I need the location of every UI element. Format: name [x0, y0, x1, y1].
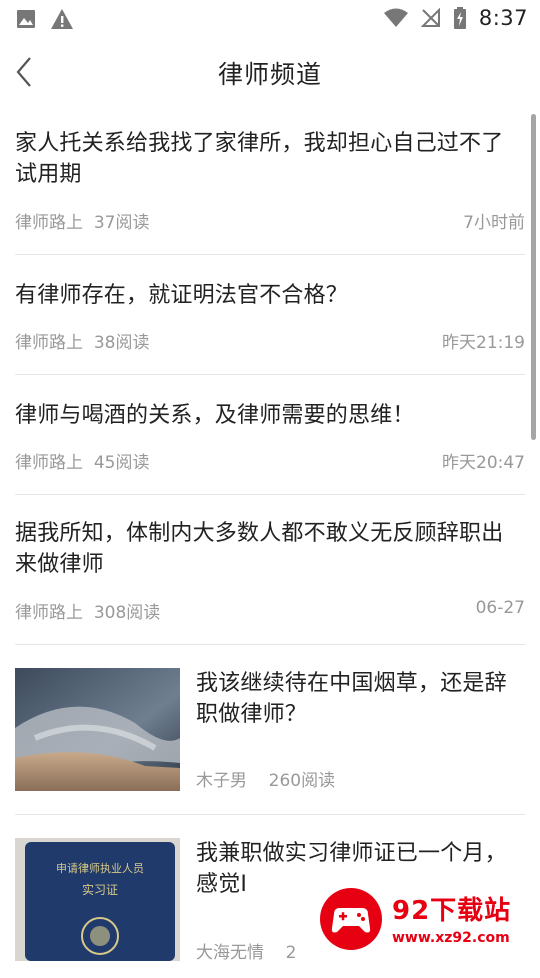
article-title: 我该继续待在中国烟草，还是辞职做律师？: [196, 671, 507, 727]
warning-icon: [51, 9, 73, 29]
wifi-icon: [383, 8, 408, 27]
article-item-3[interactable]: 律师与喝酒的关系，及律师需要的思维！ 律师路上 45阅读 昨天20:47: [15, 400, 525, 495]
image-icon: [17, 10, 35, 28]
status-bar: 8:37: [0, 0, 540, 38]
article-title: 据我所知，体制内大多数人都不敢义无反顾辞职出来做律师: [15, 521, 504, 577]
article-author: 律师路上: [15, 213, 83, 233]
article-time: 06-27: [475, 598, 525, 618]
certificate-text-1: 申请律师执业人员: [56, 861, 144, 875]
article-reads: 2: [285, 943, 297, 963]
article-time: 昨天21:19: [442, 333, 525, 353]
watermark-title: 92下载站: [392, 896, 512, 926]
storm-cloud-photo: [15, 668, 180, 791]
article-time: 昨天20:47: [442, 453, 525, 473]
scrollbar[interactable]: [531, 114, 536, 440]
article-title: 家人托关系给我找了家律所，我却担心自己过不了试用期: [15, 131, 504, 187]
article-thumbnail: [15, 668, 180, 791]
article-time: 7小时前: [463, 213, 525, 233]
status-time: 8:37: [478, 6, 528, 30]
article-reads: 45阅读: [93, 453, 150, 473]
page-title: 律师频道: [217, 60, 322, 89]
certificate-text-2: 实习证: [82, 882, 118, 897]
watermark-url: www.xz92.com: [392, 930, 510, 946]
article-title: 有律师存在，就证明法官不合格？: [15, 283, 349, 308]
article-author: 木子男: [196, 771, 247, 791]
article-author-reads: 律师路上 37阅读: [15, 208, 149, 233]
article-item-2[interactable]: 有律师存在，就证明法官不合格？ 律师路上 38阅读 昨天21:19: [15, 280, 525, 375]
article-thumbnail: 申请律师执业人员 实习证: [15, 838, 180, 961]
lawyer-certificate-photo: 申请律师执业人员 实习证: [15, 838, 180, 961]
site-watermark: 92下载站 www.xz92.com: [320, 880, 540, 960]
article-item-5[interactable]: 我该继续待在中国烟草，还是辞职做律师？ 木子男 260阅读: [15, 668, 525, 815]
battery-charging-icon: [453, 7, 466, 29]
article-author: 律师路上: [15, 333, 83, 353]
article-author: 律师路上: [15, 603, 83, 623]
article-item-4[interactable]: 据我所知，体制内大多数人都不敢义无反顾辞职出来做律师 律师路上 308阅读 06…: [15, 518, 525, 645]
article-author: 律师路上: [15, 453, 83, 473]
article-reads: 37阅读: [93, 213, 150, 233]
no-signal-icon: [420, 8, 440, 27]
article-author: 大海无情: [196, 943, 264, 963]
article-title: 律师与喝酒的关系，及律师需要的思维！: [15, 403, 415, 428]
gamepad-logo-icon: [320, 888, 382, 950]
article-reads: 308阅读: [93, 603, 161, 623]
article-item-1[interactable]: 家人托关系给我找了家律所，我却担心自己过不了试用期 律师路上 37阅读 7小时前: [15, 128, 525, 255]
article-reads: 260阅读: [268, 771, 336, 791]
app-header: 律师频道: [0, 38, 540, 106]
article-reads: 38阅读: [93, 333, 150, 353]
